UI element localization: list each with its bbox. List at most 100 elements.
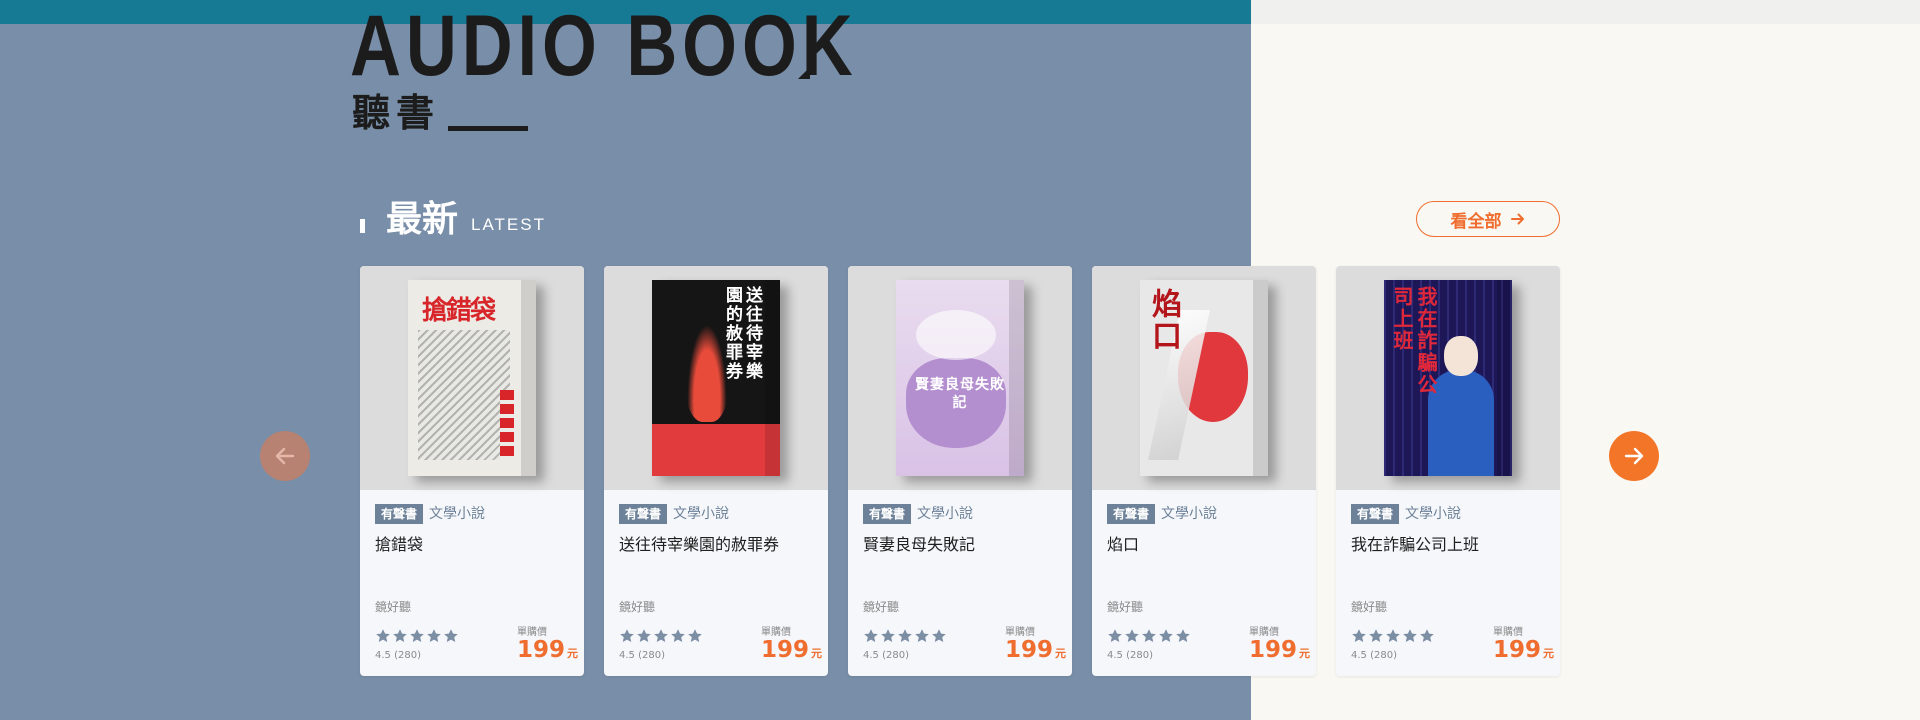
book-cover-area: 賢妻良母失敗記 [848, 266, 1072, 490]
carousel-next-button[interactable] [1609, 431, 1659, 481]
star-rating [863, 628, 947, 644]
book-card[interactable]: 送往待宰樂園的赦罪券 有聲書 文學小說 送往待宰樂園的赦罪券 鏡好聽 4.5 (… [604, 266, 828, 676]
star-rating [375, 628, 459, 644]
view-all-button[interactable]: 看全部 [1416, 201, 1560, 237]
star-icon [1176, 629, 1190, 642]
book-title[interactable]: 送往待宰樂園的赦罪券 [619, 534, 813, 556]
price: 199 元 [1493, 637, 1554, 663]
book-card[interactable]: 我在詐騙公司上班 有聲書 文學小說 我在詐騙公司上班 鏡好聽 4.5 (280)… [1336, 266, 1560, 676]
star-icon [915, 629, 929, 642]
book-title[interactable]: 賢妻良母失敗記 [863, 534, 1057, 556]
price-unit: 元 [1055, 647, 1067, 660]
price-label: 單購價 [761, 627, 791, 638]
top-bar-gray [1251, 0, 1920, 24]
star-icon [1420, 629, 1434, 642]
book-cover-image: 送往待宰樂園的赦罪券 [652, 280, 780, 476]
star-icon [881, 629, 895, 642]
star-icon [427, 629, 441, 642]
price-label: 單購價 [1005, 627, 1035, 638]
genre-link[interactable]: 文學小說 [673, 504, 729, 524]
genre-link[interactable]: 文學小說 [1405, 504, 1461, 524]
star-icon [1403, 629, 1417, 642]
cover-title: 搶錯袋 [422, 296, 496, 326]
star-icon [688, 629, 702, 642]
cover-title: 我在詐騙公司上班 [1390, 286, 1438, 396]
star-icon [1125, 629, 1139, 642]
star-icon [410, 629, 424, 642]
book-cover-area: 搶錯袋 [360, 266, 584, 490]
publisher: 鏡好聽 [1107, 600, 1144, 614]
price-unit: 元 [811, 647, 823, 660]
star-icon [1352, 629, 1366, 642]
book-title[interactable]: 我在詐騙公司上班 [1351, 534, 1545, 556]
arrow-right-icon [1624, 447, 1644, 465]
cover-title: 焰口 [1146, 288, 1181, 352]
star-icon [864, 629, 878, 642]
star-icon [393, 629, 407, 642]
book-cover-image: 賢妻良母失敗記 [896, 280, 1024, 476]
price: 199 元 [517, 637, 578, 663]
book-card[interactable]: 賢妻良母失敗記 有聲書 文學小說 賢妻良母失敗記 鏡好聽 4.5 (280) 單… [848, 266, 1072, 676]
price-value: 199 [761, 637, 810, 663]
audiobook-badge: 有聲書 [375, 504, 424, 524]
book-title[interactable]: 焰口 [1107, 534, 1301, 556]
star-icon [1108, 629, 1122, 642]
star-rating [1351, 628, 1435, 644]
section-subtitle: LATEST [471, 215, 546, 234]
arrow-right-icon [1510, 213, 1524, 225]
genre-link[interactable]: 文學小說 [917, 504, 973, 524]
carousel-prev-button[interactable] [260, 431, 310, 481]
price-value: 199 [1005, 637, 1054, 663]
rating-count: 4.5 (280) [863, 650, 909, 661]
audiobook-badge: 有聲書 [1107, 504, 1156, 524]
star-icon [654, 629, 668, 642]
book-cover-area: 我在詐騙公司上班 [1336, 266, 1560, 490]
price-label: 單購價 [1249, 627, 1279, 638]
corner-triangle-icon [798, 67, 810, 79]
publisher: 鏡好聽 [1351, 600, 1388, 614]
hero-subtitle: 聽書 [352, 91, 441, 135]
price-label: 單購價 [1493, 627, 1523, 638]
star-icon [376, 629, 390, 642]
star-icon [637, 629, 651, 642]
publisher: 鏡好聽 [375, 600, 412, 614]
book-title[interactable]: 搶錯袋 [375, 534, 569, 556]
star-icon [1369, 629, 1383, 642]
book-cover-image: 我在詐騙公司上班 [1384, 280, 1512, 476]
hero-title: AUDIO BOOK [350, 0, 858, 94]
star-icon [1386, 629, 1400, 642]
book-card[interactable]: 焰口 有聲書 文學小說 焰口 鏡好聽 4.5 (280) 單購價 199 元 [1092, 266, 1316, 676]
book-cover-area: 焰口 [1092, 266, 1316, 490]
rating-count: 4.5 (280) [619, 650, 665, 661]
rating-count: 4.5 (280) [375, 650, 421, 661]
genre-link[interactable]: 文學小說 [429, 504, 485, 524]
star-icon [1142, 629, 1156, 642]
book-cover-image: 搶錯袋 [408, 280, 536, 476]
audiobook-badge: 有聲書 [863, 504, 912, 524]
price-value: 199 [517, 637, 566, 663]
section-marker [360, 219, 365, 233]
price: 199 元 [1249, 637, 1310, 663]
book-carousel: 搶錯袋 有聲書 文學小說 搶錯袋 鏡好聽 4.5 (280) 單購價 199 元… [360, 266, 1560, 676]
audiobook-badge: 有聲書 [619, 504, 668, 524]
star-rating [1107, 628, 1191, 644]
price-value: 199 [1493, 637, 1542, 663]
star-icon [671, 629, 685, 642]
rating-count: 4.5 (280) [1351, 650, 1397, 661]
hero-underline [448, 126, 528, 131]
price-unit: 元 [1299, 647, 1311, 660]
arrow-left-icon [275, 447, 295, 465]
price: 199 元 [761, 637, 822, 663]
publisher: 鏡好聽 [619, 600, 656, 614]
book-cover-area: 送往待宰樂園的赦罪券 [604, 266, 828, 490]
rating-count: 4.5 (280) [1107, 650, 1153, 661]
price: 199 元 [1005, 637, 1066, 663]
star-icon [444, 629, 458, 642]
book-card[interactable]: 搶錯袋 有聲書 文學小說 搶錯袋 鏡好聽 4.5 (280) 單購價 199 元 [360, 266, 584, 676]
star-icon [620, 629, 634, 642]
cover-title: 賢妻良母失敗記 [915, 377, 1005, 411]
star-rating [619, 628, 703, 644]
price-unit: 元 [567, 647, 579, 660]
star-icon [898, 629, 912, 642]
genre-link[interactable]: 文學小說 [1161, 504, 1217, 524]
